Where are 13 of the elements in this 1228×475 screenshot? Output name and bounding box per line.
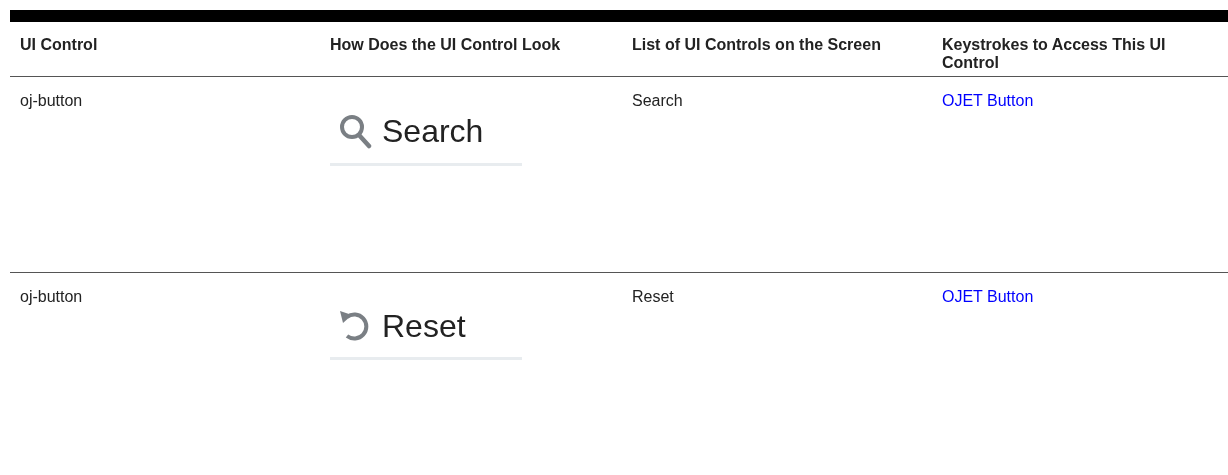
ojet-button-link[interactable]: OJET Button bbox=[942, 92, 1034, 109]
column-header: List of UI Controls on the Screen bbox=[632, 36, 882, 54]
search-icon bbox=[338, 113, 372, 149]
ojet-button-link[interactable]: OJET Button bbox=[942, 288, 1034, 305]
column-header: Keystrokes to Access This UI Control bbox=[942, 36, 1167, 72]
button-label: Reset bbox=[382, 310, 466, 342]
table-cell-text: oj-button bbox=[20, 287, 84, 307]
column-header: UI Control bbox=[20, 36, 99, 54]
column-header: How Does the UI Control Look bbox=[330, 36, 562, 54]
table-cell-text: Reset bbox=[632, 287, 675, 307]
table-cell-text: Search bbox=[632, 91, 684, 111]
button-label: Search bbox=[382, 115, 484, 147]
table-cell-text: oj-button bbox=[20, 91, 84, 111]
